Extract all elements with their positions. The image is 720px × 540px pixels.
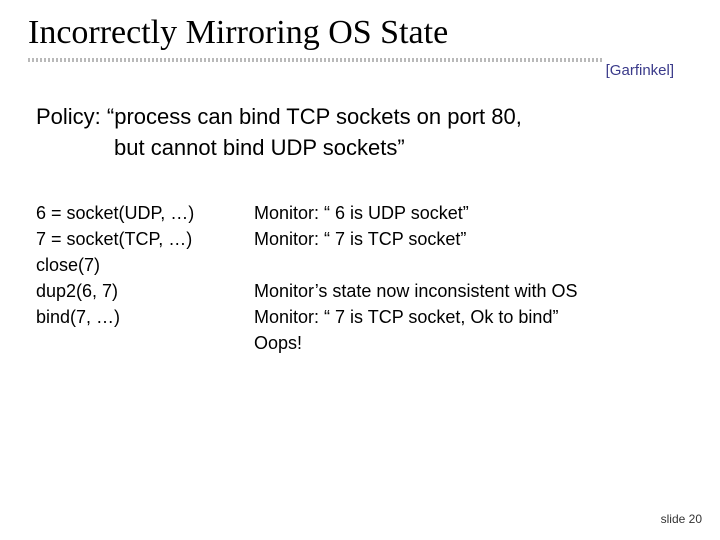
slide-number: slide 20 bbox=[661, 512, 702, 526]
monitor-line: Monitor: “ 7 is TCP socket” bbox=[254, 226, 684, 252]
monitor-line: Monitor: “ 7 is TCP socket, Ok to bind” bbox=[254, 304, 684, 330]
code-line: dup2(6, 7) bbox=[36, 278, 254, 304]
monitor-line: Monitor’s state now inconsistent with OS bbox=[254, 278, 684, 304]
code-line: bind(7, …) bbox=[36, 304, 254, 330]
code-line: close(7) bbox=[36, 252, 254, 278]
slide-title: Incorrectly Mirroring OS State bbox=[28, 14, 448, 51]
code-line: 6 = socket(UDP, …) bbox=[36, 200, 254, 226]
slide: Incorrectly Mirroring OS State [Garfinke… bbox=[0, 0, 720, 540]
code-column: 6 = socket(UDP, …) 7 = socket(TCP, …) cl… bbox=[36, 200, 254, 357]
title-rule bbox=[28, 58, 604, 62]
monitor-column: Monitor: “ 6 is UDP socket” Monitor: “ 7… bbox=[254, 200, 684, 357]
code-columns: 6 = socket(UDP, …) 7 = socket(TCP, …) cl… bbox=[36, 200, 684, 357]
citation: [Garfinkel] bbox=[606, 62, 674, 79]
monitor-line: Monitor: “ 6 is UDP socket” bbox=[254, 200, 684, 226]
blank-line bbox=[254, 252, 684, 278]
monitor-line: Oops! bbox=[254, 330, 684, 356]
policy-line-2: but cannot bind UDP sockets” bbox=[36, 133, 522, 164]
policy-line-1: Policy: “process can bind TCP sockets on… bbox=[36, 104, 522, 129]
policy-text: Policy: “process can bind TCP sockets on… bbox=[36, 102, 522, 164]
code-line: 7 = socket(TCP, …) bbox=[36, 226, 254, 252]
